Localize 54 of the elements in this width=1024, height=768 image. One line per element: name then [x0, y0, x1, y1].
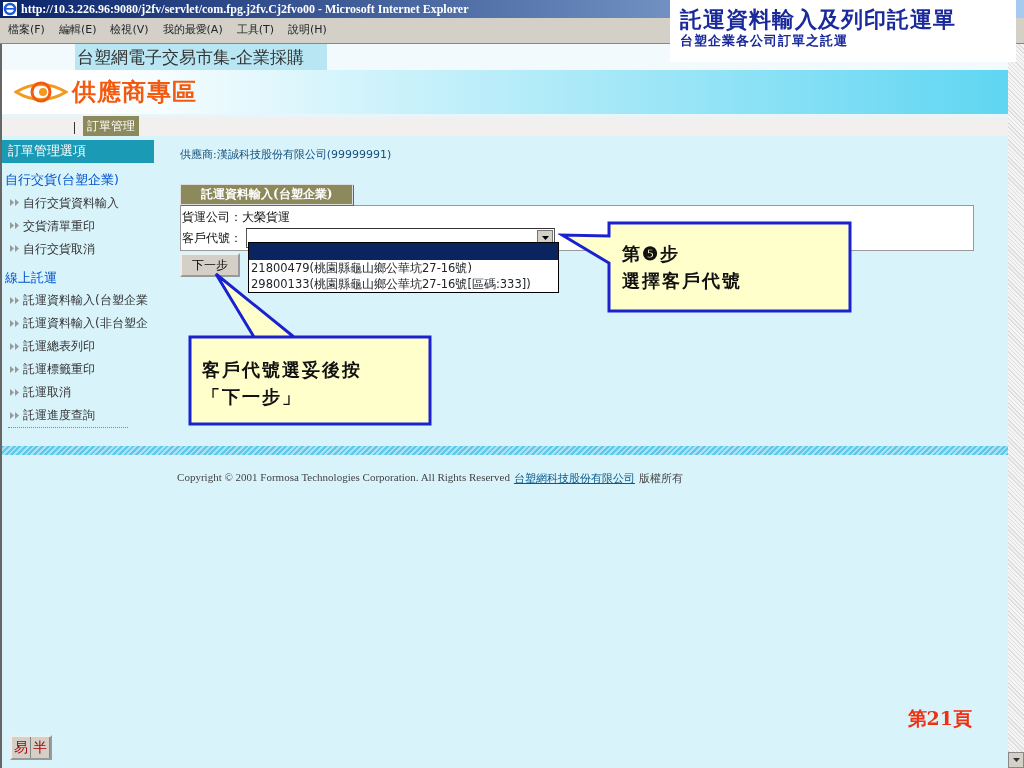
page-number: 第21頁 [907, 706, 972, 731]
annotation-title: 託運資料輸入及列印託運單 [680, 6, 957, 32]
sidebar-item[interactable]: 託運取消 [2, 381, 154, 405]
carrier-label: 貨運公司： [182, 209, 242, 226]
scrollbar[interactable] [1008, 44, 1024, 768]
menu-item[interactable]: 工具(T) [236, 22, 274, 39]
menu-item[interactable]: 檔案(F) [8, 22, 45, 39]
callout-text: 客戶代號選妥後按 「下一步」 [202, 358, 362, 409]
site-banner: 台塑網電子交易市集-企業採購 [75, 44, 327, 70]
callout-text: 第❺步 選擇客戶代號 [622, 242, 742, 293]
sidebar-item[interactable]: 自行交貨資料輸入 [2, 191, 154, 215]
menu-item[interactable]: 檢視(V) [110, 22, 149, 39]
customer-label: 客戶代號： [182, 230, 242, 247]
form-title: 託運資料輸入(台塑企業) [180, 183, 354, 205]
caret-icon [1012, 758, 1020, 762]
dropdown-option[interactable]: 29800133(桃園縣龜山鄉公華坑27-16號[區碼:333]) [249, 276, 558, 292]
annotation-subtitle: 台塑企業各公司訂單之託運 [680, 32, 849, 50]
window-title: http://10.3.226.96:9080/j2fv/servlet/com.fpg.j2fv.Cj2fvo00 - Microsoft Internet Explorer [21, 1, 469, 17]
sidebar-item[interactable]: 託運資料輸入(非台塑企 [2, 312, 154, 336]
company-link[interactable]: 台塑網科技股份有限公司 [513, 471, 635, 486]
carrier-value: 大榮貨運 [242, 209, 290, 226]
sidebar-item[interactable]: 交貨清單重印 [2, 214, 154, 238]
caret-icon [541, 236, 549, 240]
double-arrow-icon [10, 296, 19, 304]
rights-text: 版權所有 [638, 471, 683, 486]
sidebar-item[interactable]: 託運進度查詢 [2, 404, 154, 428]
ime-button[interactable]: 半 [31, 737, 50, 758]
copyright-text: Copyright © 2001 Formosa Technologies Corporation. All Rights Reserved [177, 471, 510, 485]
sidebar-section[interactable]: 線上託運 [2, 266, 154, 290]
double-arrow-icon [10, 388, 19, 396]
sidebar-item[interactable]: 託運標籤重印 [2, 358, 154, 382]
sidebar-item[interactable]: 自行交貨取消 [2, 237, 154, 261]
double-arrow-icon [10, 342, 19, 350]
scroll-down-button[interactable] [1008, 752, 1024, 768]
tab[interactable]: 訂單管理 [83, 116, 139, 136]
sidebar-item[interactable]: 託運資料輸入(台塑企業 [2, 289, 154, 313]
sidebar-title: 訂單管理選項 [2, 140, 154, 163]
double-arrow-icon [10, 411, 19, 419]
menu-item[interactable]: 我的最愛(A) [162, 22, 223, 39]
menu-item[interactable]: 編輯(E) [58, 22, 97, 39]
menu-item[interactable]: 說明(H) [288, 22, 327, 39]
sidebar-section[interactable]: 自行交貨(台塑企業) [2, 168, 154, 192]
supplier-label: 供應商:漢誠科技股份有限公司(99999991) [180, 147, 393, 163]
next-button[interactable]: 下一步 [180, 252, 240, 277]
ime-button[interactable]: 易 [12, 737, 31, 758]
dropdown-option[interactable]: 21800479(桃園縣龜山鄉公華坑27-16號) [249, 260, 558, 276]
double-arrow-icon [10, 245, 19, 252]
double-arrow-icon [10, 199, 19, 206]
sidebar-item[interactable]: 託運總表列印 [2, 335, 154, 359]
double-arrow-icon [10, 365, 19, 373]
double-arrow-icon [10, 222, 19, 229]
page-heading: 供應商專區 [72, 77, 197, 108]
double-arrow-icon [10, 319, 19, 327]
browser-icon [3, 2, 17, 16]
